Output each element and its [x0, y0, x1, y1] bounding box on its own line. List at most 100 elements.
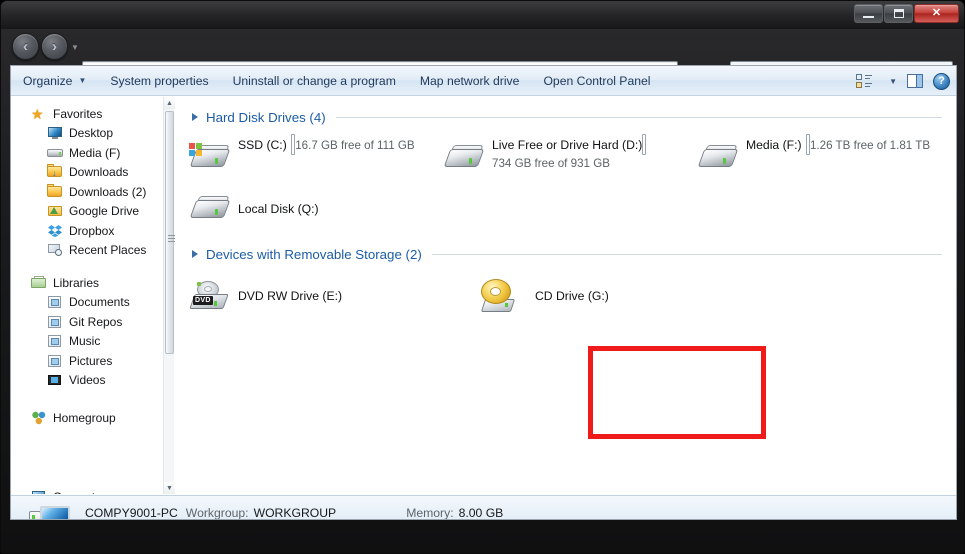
close-button[interactable]: ✕ — [914, 4, 959, 23]
back-arrow-icon: ‹ — [23, 38, 28, 55]
sidebar-group-computer: Computer — [11, 488, 173, 494]
sidebar-item-favorites[interactable]: ★ Favorites — [11, 104, 173, 124]
dropbox-icon — [47, 223, 63, 239]
capacity-bar-d — [642, 134, 647, 155]
status-memory-label: Memory: — [406, 506, 454, 520]
hard-drive-icon-q — [189, 190, 233, 228]
sidebar-item-media-f[interactable]: Media (F) — [11, 143, 173, 163]
drive-name-f: Media (F:) — [746, 138, 802, 152]
help-icon[interactable]: ? — [933, 72, 950, 90]
preview-pane-icon[interactable] — [907, 74, 923, 88]
toolbar-item-system-properties[interactable]: System properties — [98, 66, 220, 96]
drive-item-dvd-rw-e[interactable]: DVD DVD RW Drive (E:) — [189, 273, 443, 316]
sidebar-label-desktop: Desktop — [69, 126, 114, 141]
forward-button[interactable]: › — [41, 33, 68, 60]
status-line-1: COMPY9001-PC Workgroup: WORKGROUP Memory… — [85, 506, 503, 520]
sidebar-group-favorites: ★ Favorites Desktop Media (F) ↓ Download… — [11, 104, 173, 260]
toolbar-item-open-control-panel[interactable]: Open Control Panel — [531, 66, 662, 96]
view-chevron-down-icon[interactable]: ▼ — [889, 77, 897, 86]
maximize-icon — [893, 9, 904, 18]
command-toolbar: Organize ▼ System properties Uninstall o… — [11, 66, 956, 96]
sidebar-item-homegroup[interactable]: Homegroup — [11, 408, 173, 428]
drive-name-d: Live Free or Drive Hard (D:) — [492, 138, 643, 152]
drive-name-q: Local Disk (Q:) — [238, 202, 319, 216]
sidebar-label-videos: Videos — [69, 373, 106, 388]
drive-name-g: CD Drive (G:) — [535, 289, 609, 303]
drive-free-d: 734 GB free of 931 GB — [492, 157, 610, 170]
scroll-down-icon[interactable]: ▼ — [164, 482, 175, 494]
drive-item-media-f[interactable]: Media (F:) 1.26 TB free of 1.81 TB — [697, 134, 951, 177]
drive-free-c: 16.7 GB free of 111 GB — [295, 139, 415, 152]
toolbar-item-map-network-drive[interactable]: Map network drive — [408, 66, 532, 96]
group-header-removable-storage[interactable]: Devices with Removable Storage (2) — [175, 243, 956, 265]
pictures-library-icon — [47, 353, 63, 369]
sidebar-item-downloads[interactable]: ↓ Downloads — [11, 163, 173, 183]
sidebar-item-dropbox[interactable]: Dropbox — [11, 221, 173, 241]
group-title-hard-disk-drives: Hard Disk Drives (4) — [206, 109, 326, 125]
homegroup-icon — [31, 410, 47, 426]
group-header-hard-disk-drives[interactable]: Hard Disk Drives (4) — [175, 106, 956, 128]
toolbar-right-group: ▼ ? — [856, 66, 950, 96]
scrollbar-thumb[interactable] — [165, 111, 175, 354]
computer-tree-icon — [31, 489, 47, 494]
sidebar-item-documents[interactable]: Documents — [11, 293, 173, 313]
folder-icon — [47, 183, 63, 200]
sidebar-item-pictures[interactable]: Pictures — [11, 351, 173, 371]
hard-drive-windows-icon — [189, 139, 233, 177]
music-library-icon — [47, 333, 63, 349]
navigation-scrollbar[interactable]: ▲ ▼ — [163, 97, 175, 494]
change-view-icon[interactable] — [856, 73, 873, 89]
cd-drive-icon — [478, 278, 522, 316]
sidebar-item-recent-places[interactable]: Recent Places — [11, 241, 173, 261]
toolbar-item-uninstall-program[interactable]: Uninstall or change a program — [221, 66, 408, 96]
sidebar-label-documents: Documents — [69, 295, 130, 310]
maximize-button[interactable] — [884, 4, 913, 23]
drive-name-c: SSD (C:) — [238, 138, 287, 152]
sidebar-item-google-drive[interactable]: Google Drive — [11, 202, 173, 222]
toolbar-item-organize[interactable]: Organize ▼ — [11, 66, 98, 96]
status-computer-name: COMPY9001-PC — [85, 506, 178, 520]
sidebar-label-google-drive: Google Drive — [69, 204, 140, 219]
drive-row-2: Local Disk (Q:) — [175, 190, 956, 228]
drive-row-1: SSD (C:) 16.7 GB free of 111 GB Live Fre… — [175, 134, 956, 177]
drive-free-f: 1.26 TB free of 1.81 TB — [809, 139, 931, 152]
history-dropdown-icon[interactable]: ▼ — [71, 43, 79, 52]
expand-triangle-icon[interactable] — [192, 113, 198, 121]
sidebar-label-downloads-2: Downloads (2) — [69, 184, 147, 199]
sidebar-label-homegroup: Homegroup — [53, 410, 116, 425]
google-drive-icon — [47, 203, 63, 219]
drive-name-e: DVD RW Drive (E:) — [238, 289, 343, 303]
status-workgroup-value: WORKGROUP — [253, 506, 337, 520]
sidebar-item-git-repos[interactable]: Git Repos — [11, 312, 173, 332]
recent-places-icon — [47, 242, 63, 258]
status-workgroup-label: Workgroup: — [185, 506, 249, 520]
sidebar-label-dropbox: Dropbox — [69, 223, 115, 238]
scroll-up-icon[interactable]: ▲ — [164, 97, 175, 109]
scrollbar-grip-icon — [168, 235, 175, 242]
library-icon — [47, 314, 63, 330]
sidebar-item-computer[interactable]: Computer — [11, 488, 173, 494]
drive-item-cd-drive-g[interactable]: CD Drive (G:) — [443, 273, 697, 316]
sidebar-group-libraries: Libraries Documents Git Repos Music Pict… — [11, 273, 173, 390]
sidebar-item-videos[interactable]: Videos — [11, 371, 173, 391]
minimize-icon — [863, 16, 874, 18]
drive-item-local-disk-q[interactable]: Local Disk (Q:) — [189, 190, 443, 228]
videos-library-icon — [47, 372, 63, 388]
sidebar-item-libraries[interactable]: Libraries — [11, 273, 173, 293]
sidebar-label-computer: Computer — [53, 490, 106, 494]
desktop-icon — [47, 125, 63, 141]
star-icon: ★ — [31, 105, 44, 122]
highlight-box-cd-drive — [588, 346, 766, 439]
back-button[interactable]: ‹ — [12, 33, 39, 60]
minimize-button[interactable] — [854, 4, 883, 23]
drive-item-ssd-c[interactable]: SSD (C:) 16.7 GB free of 111 GB — [189, 134, 443, 177]
sidebar-item-music[interactable]: Music — [11, 332, 173, 352]
sidebar-label-downloads: Downloads — [69, 165, 129, 180]
windows-logo-icon — [189, 143, 204, 157]
sidebar-label-music: Music — [69, 334, 101, 349]
close-icon: ✕ — [931, 7, 942, 19]
drive-item-live-free-or-drive-hard-d[interactable]: Live Free or Drive Hard (D:) 734 GB free… — [443, 134, 697, 177]
sidebar-item-downloads-2[interactable]: Downloads (2) — [11, 182, 173, 202]
expand-triangle-icon-2[interactable] — [192, 250, 198, 258]
sidebar-item-desktop[interactable]: Desktop — [11, 124, 173, 144]
